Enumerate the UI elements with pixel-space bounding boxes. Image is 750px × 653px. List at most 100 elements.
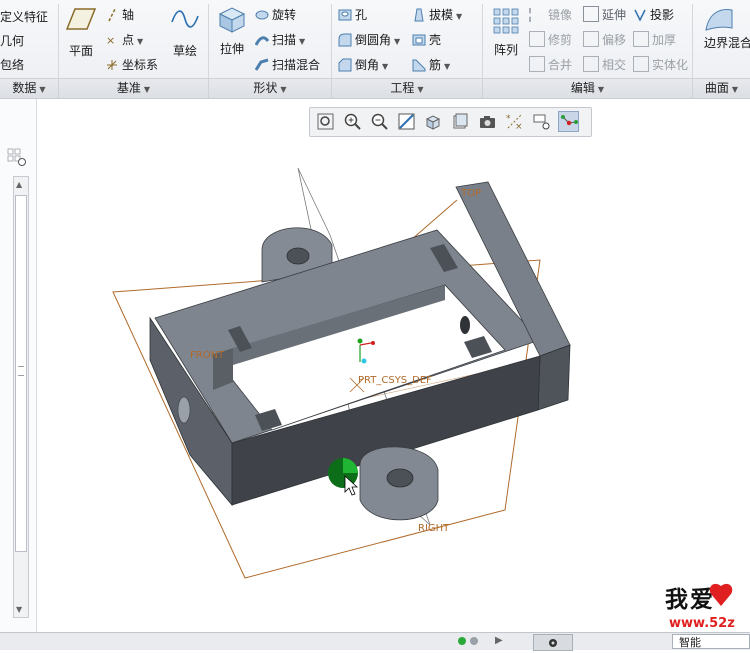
draft-label: 拔模 [429, 8, 454, 22]
editing-group: 阵列 镜像 修剪 合并 延伸 偏移 相交 投影 加厚 实体化 编辑 ▼ [483, 0, 693, 98]
shell-button[interactable]: 壳 [412, 31, 441, 48]
status-bar: ▶ 智能 [0, 632, 750, 651]
thicken-button[interactable]: 加厚 [633, 31, 676, 48]
revolve-icon [255, 10, 269, 20]
revolve-button[interactable]: 旋转 [255, 6, 296, 23]
define-feature-button[interactable]: 定义特征 [0, 8, 48, 25]
engineering-group: 孔 倒圆角 ▼ 倒角 ▼ 拔模 ▼ 壳 筋 ▼ 工程 ▼ [332, 0, 483, 98]
envelope-button[interactable]: 包络 [0, 56, 24, 73]
watermark-logo: 我爱 www.52z [665, 578, 750, 632]
chevron-down-icon: ▼ [394, 37, 401, 46]
top-datum-label: TOP [460, 188, 481, 199]
csys-icon [107, 60, 117, 70]
data-group: 定义特征 几何 包络 数据 ▼ [0, 0, 59, 98]
axis-icon [108, 8, 116, 22]
filter-settings-icon[interactable] [7, 147, 27, 167]
rib-button[interactable]: 筋 ▼ [412, 56, 450, 73]
chamfer-label: 倒角 [355, 58, 380, 72]
mirror-button[interactable]: 镜像 [529, 6, 572, 23]
play-icon[interactable]: ▶ [495, 635, 503, 646]
offset-label: 偏移 [602, 33, 627, 47]
trim-button[interactable]: 修剪 [529, 31, 572, 48]
chamfer-icon [338, 58, 352, 72]
solidify-button[interactable]: 实体化 [633, 56, 688, 73]
surfaces-group: 边界混合 曲面 ▼ [693, 0, 750, 98]
chamfer-button[interactable]: 倒角 ▼ [338, 56, 388, 73]
trim-icon [529, 31, 545, 47]
shell-icon [412, 34, 426, 46]
round-label: 倒圆角 [355, 33, 392, 47]
boundary-blend-icon [705, 9, 733, 31]
mirror-icon [529, 8, 545, 22]
sweep-label: 扫描 [272, 33, 297, 47]
thicken-icon [633, 31, 649, 47]
engineering-group-label[interactable]: 工程 ▼ [332, 78, 483, 98]
gear-icon[interactable] [533, 634, 573, 651]
status-light-icon [470, 637, 478, 645]
project-icon [634, 9, 646, 22]
scroll-up-icon[interactable]: ▲ [16, 180, 22, 189]
selection-filter-select[interactable]: 智能 [672, 634, 750, 649]
extend-icon [583, 6, 599, 22]
boundary-blend-button[interactable]: 边界混合 [699, 4, 750, 50]
graphics-window[interactable]: TOP FRONT RIGHT PRT_CSYS_DEF [36, 99, 750, 632]
hole-button[interactable]: 孔 [338, 6, 367, 23]
datum-group: 平面 轴 × 点 ▼ 坐标系 草绘 基准 ▼ [59, 0, 209, 98]
point-label: 点 [122, 33, 135, 47]
extend-button[interactable]: 延伸 [583, 6, 626, 23]
data-group-label[interactable]: 数据 ▼ [0, 78, 59, 98]
editing-group-label[interactable]: 编辑 ▼ [483, 78, 693, 98]
sketch-label: 草绘 [172, 44, 197, 58]
scroll-down-icon[interactable]: ▼ [16, 605, 22, 614]
merge-button[interactable]: 合并 [529, 56, 572, 73]
csys-label: PRT_CSYS_DEF [358, 375, 432, 386]
pattern-button[interactable]: 阵列 [489, 6, 523, 58]
rib-icon [412, 59, 426, 72]
sweep-button[interactable]: 扫描 ▼ [255, 31, 305, 48]
plane-button[interactable]: 平面 [63, 6, 99, 59]
point-icon: × [106, 34, 115, 47]
extrude-button[interactable]: 拉伸 [215, 4, 249, 57]
ribbon: 定义特征 几何 包络 数据 ▼ 平面 轴 × 点 ▼ 坐标系 草绘 基准 ▼ 拉伸 [0, 0, 750, 99]
boundary-blend-label: 边界混合 [704, 36, 750, 50]
shapes-group-label[interactable]: 形状 ▼ [209, 78, 332, 98]
extrude-label: 拉伸 [219, 42, 244, 56]
offset-button[interactable]: 偏移 [583, 31, 626, 48]
project-button[interactable]: 投影 [633, 6, 674, 23]
round-button[interactable]: 倒圆角 ▼ [338, 31, 400, 48]
tree-scrollbar[interactable]: ▲ ▼ [13, 176, 29, 618]
solidify-icon [633, 56, 649, 72]
swept-blend-icon [255, 58, 269, 71]
grip-icon [18, 366, 24, 376]
axis-button[interactable]: 轴 [105, 6, 134, 23]
hole-icon [338, 9, 352, 21]
mirror-label: 镜像 [548, 8, 573, 22]
geometry-button[interactable]: 几何 [0, 32, 24, 49]
pattern-label: 阵列 [493, 43, 518, 57]
sketch-button[interactable]: 草绘 [167, 6, 203, 59]
offset-icon [583, 31, 599, 47]
chevron-down-icon: ▼ [137, 37, 144, 46]
csys-label: 坐标系 [122, 58, 159, 72]
project-label: 投影 [650, 8, 675, 22]
shapes-group: 拉伸 旋转 扫描 ▼ 扫描混合 形状 ▼ [209, 0, 332, 98]
intersect-label: 相交 [602, 58, 627, 72]
trim-label: 修剪 [548, 33, 573, 47]
pattern-icon [493, 8, 519, 34]
draft-button[interactable]: 拔模 ▼ [412, 6, 462, 23]
sweep-icon [255, 36, 269, 46]
point-button[interactable]: × 点 ▼ [105, 31, 143, 48]
swept-blend-button[interactable]: 扫描混合 [255, 56, 320, 73]
swept-blend-label: 扫描混合 [272, 58, 321, 72]
intersect-icon [583, 56, 599, 72]
watermark-chars: 我爱 [665, 587, 715, 613]
csys-button[interactable]: 坐标系 [105, 56, 158, 73]
chevron-down-icon: ▼ [456, 12, 463, 21]
datum-group-label[interactable]: 基准 ▼ [59, 78, 209, 98]
extend-label: 延伸 [602, 8, 627, 22]
scrollbar-thumb[interactable] [15, 195, 27, 552]
surfaces-group-label[interactable]: 曲面 ▼ [693, 78, 750, 98]
merge-label: 合并 [548, 58, 573, 72]
watermark-url: www.52z [669, 616, 735, 631]
intersect-button[interactable]: 相交 [583, 56, 626, 73]
